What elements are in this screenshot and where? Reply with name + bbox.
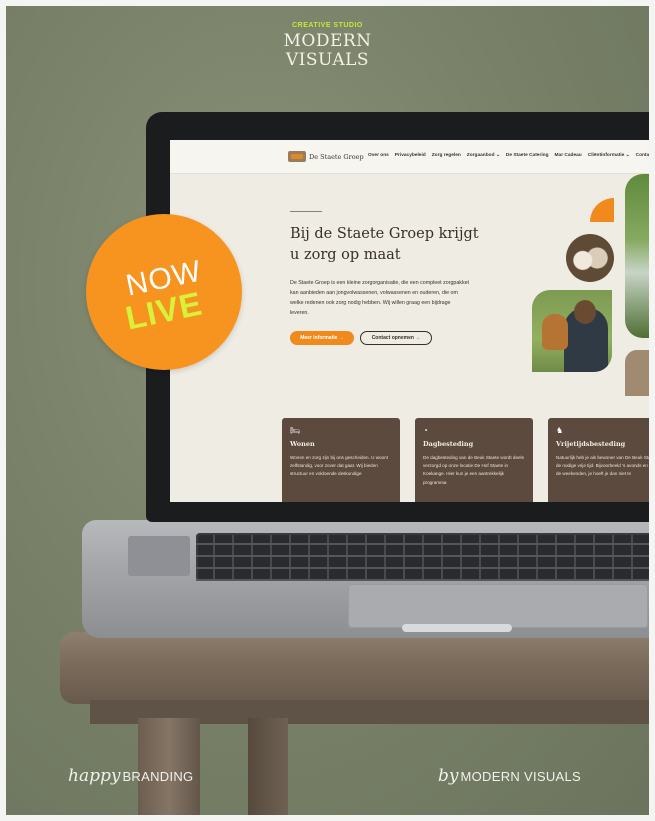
laptop-keyboard — [196, 533, 655, 581]
menu-item-contact[interactable]: Contact — [636, 153, 654, 158]
hero-title: Bij de Staete Groep krijgt u zorg op maa… — [290, 226, 479, 263]
mockup-scene: CREATIVE STUDIO MODERN VISUALS De Staete… — [0, 0, 655, 821]
jars-photo — [566, 234, 614, 282]
footer-happy-branding: happy BRANDING — [68, 766, 193, 786]
decorative-leaf-shape — [590, 198, 614, 222]
person-head — [574, 300, 596, 324]
now-live-badge: NOW LIVE — [86, 214, 242, 370]
footer-left-script: happy — [68, 766, 121, 786]
card-title: Wonen — [290, 440, 315, 448]
logo-text: De Staete Groep — [309, 152, 364, 161]
footer-right-caps: MODERN VISUALS — [460, 769, 582, 784]
card-title: Vrijetijdsbesteding — [556, 440, 626, 448]
horse-icon: ♞ — [556, 426, 564, 435]
brand-name-line2: VISUALS — [285, 50, 370, 70]
laptop-screen: De Staete Groep Over ons Privacybeleid Z… — [170, 140, 655, 502]
bed-icon: 🛏 — [290, 426, 301, 435]
studio-brand: CREATIVE STUDIO MODERN VISUALS — [0, 22, 655, 70]
menu-item-catering[interactable]: De Staete Catering — [506, 153, 549, 158]
hero-text: De Staete Groep is een kleine zorgorgani… — [290, 280, 470, 316]
menu-item-clientinformatie[interactable]: Cliëntinformatie ⌄ — [588, 153, 630, 158]
footer-by-modern-visuals: by MODERN VISUALS — [438, 766, 581, 786]
clock-icon: ◔ — [423, 426, 428, 435]
dog-and-person-photo — [532, 290, 612, 372]
park-photo — [625, 174, 655, 338]
laptop-speaker-grill — [128, 536, 190, 576]
card-text: De dagbesteding van de Beuk Staete wordt… — [423, 455, 524, 485]
menu-item-privacybeleid[interactable]: Privacybeleid — [395, 153, 426, 158]
hero-divider — [290, 211, 322, 212]
service-card-dagbesteding[interactable]: ◔ Dagbesteding De dagbesteding van de Be… — [415, 418, 533, 502]
laptop-edge-highlight — [402, 624, 512, 632]
more-info-button[interactable]: Meer informatie → — [290, 331, 354, 345]
card-title: Dagbesteding — [423, 440, 474, 448]
brand-name-line1: MODERN — [283, 31, 372, 51]
website-menu: Over ons Privacybeleid Zorg regelen Zorg… — [368, 153, 653, 158]
menu-item-over-ons[interactable]: Over ons — [368, 153, 389, 158]
dog-figure — [542, 314, 568, 350]
brand-name: MODERN VISUALS — [0, 32, 655, 70]
footer-left-caps: BRANDING — [122, 769, 194, 784]
contact-button[interactable]: Contact opnemen → — [360, 331, 432, 345]
stool-leg — [248, 718, 288, 821]
website-navbar: De Staete Groep Over ons Privacybeleid Z… — [170, 140, 655, 174]
service-card-vrijetijdsbesteding[interactable]: ♞ Vrijetijdsbesteding Natuurlijk heb je … — [548, 418, 655, 502]
logo-icon — [288, 151, 306, 162]
website-logo[interactable]: De Staete Groep — [288, 151, 364, 162]
footer-right-script: by — [438, 766, 459, 786]
brand-kicker: CREATIVE STUDIO — [292, 22, 363, 29]
menu-item-zorgaanbod[interactable]: Zorgaanbod ⌄ — [467, 153, 500, 158]
menu-item-cadeau[interactable]: Mar Cadeau — [555, 153, 582, 158]
stool-top — [60, 632, 655, 704]
service-card-wonen[interactable]: 🛏 Wonen Wonen en zorg zijn bij ons gesch… — [282, 418, 400, 502]
card-text: Wonen en zorg zijn bij ons gescheiden. U… — [290, 455, 388, 477]
laptop-trackpad — [348, 584, 648, 628]
menu-item-zorg-regelen[interactable]: Zorg regelen — [432, 153, 461, 158]
decorative-block — [625, 350, 655, 396]
card-text: Natuurlijk heb je als bewoner van De Beu… — [556, 455, 655, 477]
